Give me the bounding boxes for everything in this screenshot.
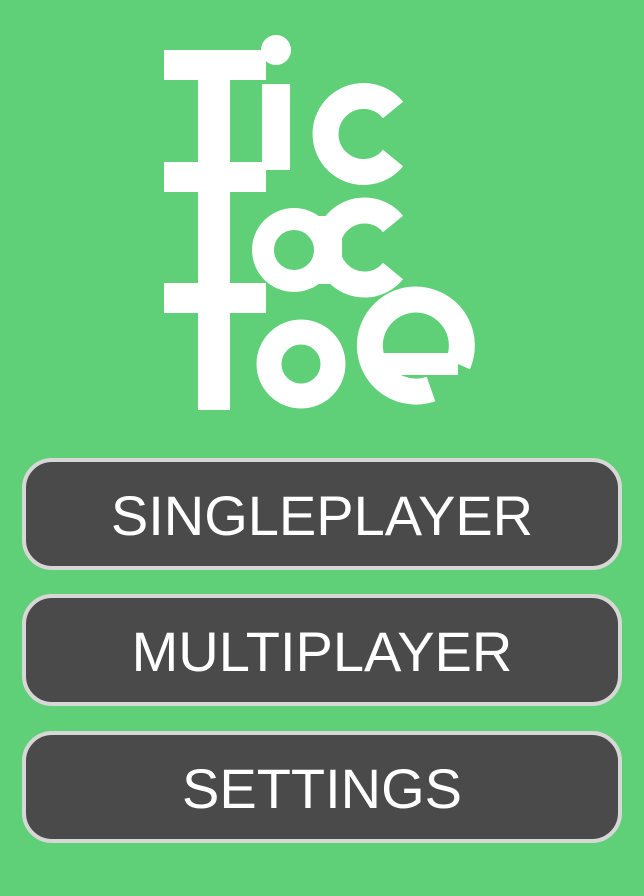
settings-button-label: SETTINGS: [181, 757, 463, 820]
singleplayer-button[interactable]: SINGLEPLAYER: [22, 458, 622, 570]
settings-button[interactable]: SETTINGS: [22, 731, 622, 843]
singleplayer-button-label: SINGLEPLAYER: [110, 484, 534, 547]
multiplayer-button[interactable]: MULTIPLAYER: [22, 594, 622, 706]
multiplayer-button-label: MULTIPLAYER: [131, 620, 513, 683]
game-logo: [150, 20, 490, 420]
